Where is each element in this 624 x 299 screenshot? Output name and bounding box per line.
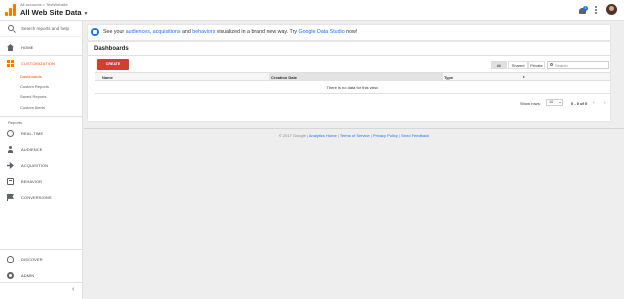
acquisition-icon xyxy=(7,162,14,169)
home-icon xyxy=(7,44,14,51)
sidebar-subitem-saved-reports[interactable]: Saved Reports xyxy=(20,94,46,99)
sidebar-item-label: DISCOVER xyxy=(21,257,43,262)
send-feedback-link[interactable]: Send Feedback xyxy=(401,133,429,138)
pagination-range: 0 - 0 of 0 xyxy=(571,101,588,106)
collapse-sidebar-icon[interactable]: ‹ xyxy=(72,286,74,293)
sidebar-subitem-dashboards[interactable]: Dashboards xyxy=(20,74,42,79)
footer: © 2017 Google | Analytics Home | Terms o… xyxy=(84,128,624,138)
create-dashboard-button[interactable]: CREATE xyxy=(97,59,129,70)
rows-per-page-value: 10 xyxy=(549,100,554,104)
caret-down-icon: ▼ xyxy=(83,11,89,17)
terms-of-service-link[interactable]: Terms of Service xyxy=(340,133,370,138)
sidebar-item-customization[interactable]: CUSTOMIZATION xyxy=(0,58,83,69)
privacy-policy-link[interactable]: Privacy Policy xyxy=(373,133,398,138)
more-options-icon[interactable] xyxy=(594,6,598,16)
divider xyxy=(0,249,83,250)
dashboards-card: Dashboards CREATE All Shared Private Nam… xyxy=(88,42,610,121)
rows-per-page-select[interactable]: 10 xyxy=(546,99,563,106)
behaviors-link[interactable]: behaviors xyxy=(192,29,215,35)
divider xyxy=(0,282,83,283)
dashboard-search[interactable] xyxy=(547,61,609,69)
filter-shared-button[interactable]: Shared xyxy=(508,61,528,69)
search-icon xyxy=(550,63,553,66)
filter-all-button[interactable]: All xyxy=(491,61,507,69)
sidebar-item-label: CUSTOMIZATION xyxy=(21,61,56,66)
sidebar-item-admin[interactable]: ADMIN xyxy=(0,270,83,281)
sidebar-item-home[interactable]: HOME xyxy=(0,42,83,53)
banner-text-part: visualized in a brand new way. Try xyxy=(215,29,299,35)
notification-badge: 1 xyxy=(583,6,588,11)
person-icon xyxy=(7,146,14,153)
show-rows-label: Show rows: xyxy=(520,101,541,106)
data-studio-banner: See your audiences, acquisitions and beh… xyxy=(88,25,610,40)
data-studio-icon xyxy=(91,28,99,36)
empty-table-message: There is no data for this view. xyxy=(326,85,379,90)
reports-section-label: Reports xyxy=(8,120,23,125)
sort-arrow-icon[interactable] xyxy=(523,76,525,78)
sidebar-subitem-custom-alerts[interactable]: Custom Alerts xyxy=(20,105,45,110)
sidebar-item-label: ADMIN xyxy=(21,273,35,278)
sidebar-subitem-custom-reports[interactable]: Custom Reports xyxy=(20,84,49,89)
divider xyxy=(88,55,610,56)
sidebar-item-acquisition[interactable]: ACQUISITION xyxy=(0,160,83,171)
banner-text-part: See your xyxy=(103,29,126,35)
lightbulb-icon xyxy=(7,256,14,263)
sidebar-item-label: CONVERSIONS xyxy=(21,195,52,200)
table-header: Name Creation Date Type xyxy=(95,72,610,81)
divider xyxy=(0,116,83,117)
notifications-bell-icon[interactable]: 1 xyxy=(578,6,588,16)
search-icon xyxy=(8,25,14,31)
sidebar-item-label: HOME xyxy=(21,45,34,50)
sidebar-item-label: REAL-TIME xyxy=(21,131,44,136)
copyright-text: © 2017 Google | xyxy=(278,133,309,138)
top-header: All accounts > TestWebsite All Web Site … xyxy=(0,0,624,21)
acquisitions-link[interactable]: acquisitions xyxy=(153,29,181,35)
sidebar-item-realtime[interactable]: REAL-TIME xyxy=(0,128,83,139)
account-view-selector[interactable]: All Web Site Data ▼ xyxy=(20,8,89,17)
google-data-studio-link[interactable]: Google Data Studio xyxy=(298,29,344,35)
gear-icon xyxy=(7,272,14,279)
sidebar-item-audience[interactable]: AUDIENCE xyxy=(0,144,83,155)
avatar[interactable] xyxy=(606,4,617,15)
account-view-label: All Web Site Data xyxy=(20,8,82,17)
sidebar-item-label: ACQUISITION xyxy=(21,163,49,168)
column-header-type[interactable]: Type xyxy=(444,75,453,80)
sidebar-item-label: BEHAVIOR xyxy=(21,179,43,184)
chevron-down-icon xyxy=(559,102,561,103)
divider xyxy=(0,55,83,56)
previous-page-button[interactable]: ‹ xyxy=(593,100,595,106)
sidebar-item-behavior[interactable]: BEHAVIOR xyxy=(0,176,83,187)
analytics-home-link[interactable]: Analytics Home xyxy=(309,133,337,138)
sidebar-search-placeholder: Search reports and help xyxy=(21,26,70,31)
page-title: Dashboards xyxy=(94,46,129,52)
banner-text-part: and xyxy=(180,29,193,35)
divider xyxy=(95,93,610,94)
breadcrumb[interactable]: All accounts > TestWebsite xyxy=(20,2,68,7)
column-header-creation-date[interactable]: Creation Date xyxy=(271,75,297,80)
filter-private-button[interactable]: Private xyxy=(528,61,545,69)
sidebar-item-label: AUDIENCE xyxy=(21,147,43,152)
sidebar-search[interactable]: Search reports and help xyxy=(0,21,83,37)
sidebar: Search reports and help HOME CUSTOMIZATI… xyxy=(0,21,83,299)
column-header-name[interactable]: Name xyxy=(102,75,113,80)
audiences-link[interactable]: audiences xyxy=(126,29,150,35)
behavior-icon xyxy=(7,178,14,185)
analytics-logo-icon[interactable] xyxy=(5,4,16,16)
next-page-button[interactable]: › xyxy=(604,100,606,106)
dashboard-search-input[interactable] xyxy=(555,62,607,68)
sidebar-item-discover[interactable]: DISCOVER xyxy=(0,254,83,265)
banner-text: See your audiences, acquisitions and beh… xyxy=(103,29,357,35)
sidebar-item-conversions[interactable]: CONVERSIONS xyxy=(0,192,83,203)
clock-icon xyxy=(7,130,14,137)
customization-icon xyxy=(7,60,14,67)
banner-text-part: now! xyxy=(344,29,358,35)
flag-icon xyxy=(7,194,14,201)
